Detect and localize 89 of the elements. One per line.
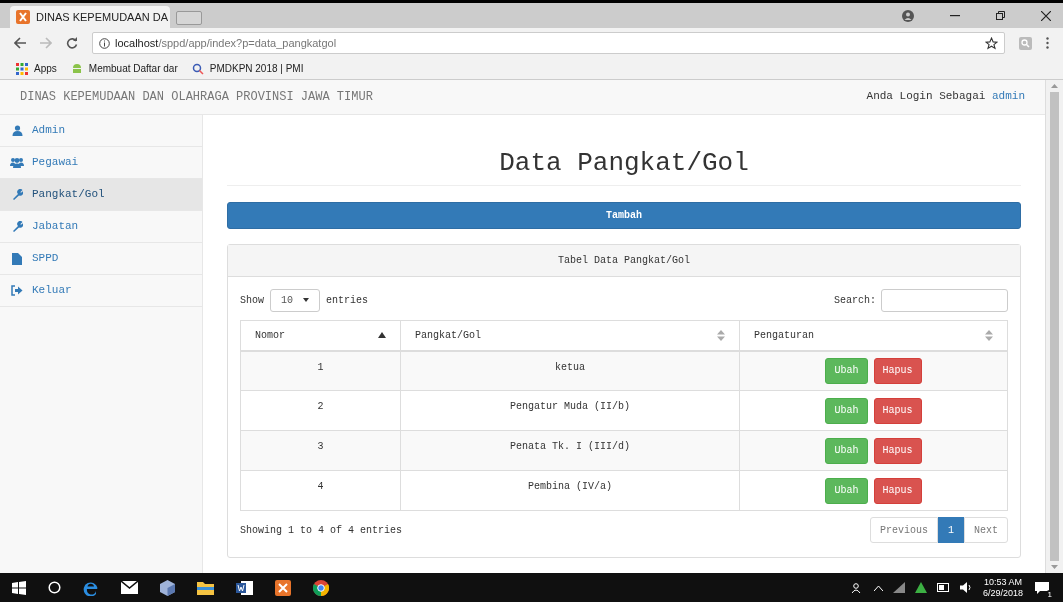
edit-button[interactable]: Ubah <box>825 437 868 464</box>
page-title: Data Pangkat/Gol <box>227 145 1021 186</box>
mail-icon[interactable] <box>121 581 138 594</box>
column-header[interactable]: Pangkat/Gol <box>400 320 740 351</box>
edit-button[interactable]: Ubah <box>825 357 868 384</box>
profile-icon[interactable] <box>902 9 914 22</box>
search-field[interactable] <box>881 288 1008 312</box>
table-cell: 1 <box>240 350 401 391</box>
sidebar-label: Admin <box>32 123 65 139</box>
user-icon <box>11 125 23 136</box>
menu-icon[interactable] <box>1046 37 1049 49</box>
pagination-button[interactable]: Previous <box>869 517 938 543</box>
sort-icon <box>985 329 993 341</box>
file-icon <box>12 252 22 265</box>
table-cell: 3 <box>240 430 401 471</box>
table-cell: ketua <box>400 350 740 391</box>
bookmark-item[interactable]: Apps <box>16 61 57 76</box>
back-icon[interactable] <box>14 37 26 49</box>
dropdown-caret-icon <box>303 298 309 302</box>
notification-icon <box>1035 581 1049 594</box>
column-header[interactable]: Nomor <box>240 320 401 351</box>
bookmark-item[interactable]: Membuat Daftar dar <box>70 61 178 76</box>
edit-button[interactable]: Ubah <box>825 397 868 424</box>
delete-button[interactable]: Hapus <box>873 437 922 464</box>
battery-icon[interactable] <box>936 583 950 592</box>
page-size-select[interactable]: 10 <box>270 288 320 312</box>
browser-e-icon[interactable] <box>83 579 99 596</box>
show-label: Show <box>240 293 264 308</box>
sidebar-label: Jabatan <box>32 219 79 235</box>
table-cell: Pembina (IV/a) <box>400 470 740 511</box>
column-header[interactable]: Pengaturan <box>739 320 1008 351</box>
url-text: localhost/sppd/app/index?p=data_pangkatgol <box>115 35 337 51</box>
table-cell: Penata Tk. I (III/d) <box>400 430 740 471</box>
minimize-icon[interactable] <box>950 14 960 17</box>
apps-grid-icon <box>16 62 28 75</box>
notification-button[interactable]: 1 <box>1033 579 1051 596</box>
table-cell: 4 <box>240 470 401 511</box>
edit-button[interactable]: Ubah <box>825 477 868 504</box>
chevron-up-icon[interactable] <box>873 584 883 591</box>
reload-icon[interactable] <box>66 37 78 49</box>
site-title: DINAS KEPEMUDAAN DAN OLAHRAGA PROVINSI JAWA TIMUR <box>20 89 373 106</box>
delete-button[interactable]: Hapus <box>873 397 922 424</box>
wrench-icon <box>11 221 23 232</box>
sidebar-label: SPPD <box>32 251 59 267</box>
delete-button[interactable]: Hapus <box>873 477 922 504</box>
user-link[interactable]: admin <box>992 90 1025 102</box>
folder-icon[interactable] <box>197 580 214 595</box>
browser-tab[interactable]: DINAS KEPEMUDAAN DA <box>10 6 170 28</box>
clock-date[interactable]: 6/29/2018 <box>982 587 1023 599</box>
windows-start-icon[interactable] <box>12 580 26 595</box>
login-text: Anda Login Sebagai admin <box>866 89 1025 104</box>
bookmark-item[interactable]: PMDKPN 2018 | PMI <box>191 61 304 76</box>
notification-count: 1 <box>1045 589 1054 599</box>
table-cell: 2 <box>240 390 401 431</box>
tab-title: DINAS KEPEMUDAAN DA <box>36 9 169 25</box>
logout-icon <box>11 285 23 296</box>
magnifier-icon <box>191 62 204 75</box>
info-icon[interactable] <box>99 37 110 49</box>
star-icon[interactable] <box>985 36 998 50</box>
panel-title: Tabel Data Pangkat/Gol <box>558 254 690 268</box>
wrench-icon <box>11 189 23 200</box>
app-logo-icon <box>16 10 30 24</box>
delete-button[interactable]: Hapus <box>873 357 922 384</box>
sidebar-label: Pangkat/Gol <box>32 187 105 203</box>
speaker-icon[interactable] <box>959 582 973 593</box>
close-icon[interactable] <box>1041 10 1051 21</box>
cube-icon[interactable] <box>160 579 175 596</box>
search-icon[interactable] <box>48 581 61 594</box>
add-button[interactable]: Tambah <box>227 202 1021 229</box>
clock-time[interactable]: 10:53 AM <box>983 576 1022 588</box>
entries-label: entries <box>326 293 369 308</box>
app-logo-icon[interactable] <box>275 579 291 596</box>
chrome-icon[interactable] <box>313 579 329 596</box>
pagination-button[interactable]: Next <box>964 517 1008 543</box>
sidebar-item[interactable]: Pangkat/Gol <box>0 179 202 211</box>
address-bar[interactable]: localhost/sppd/app/index?p=data_pangkatgol <box>92 32 1005 54</box>
sidebar-label: Keluar <box>32 283 72 299</box>
table-info: Showing 1 to 4 of 4 entries <box>240 523 403 538</box>
table-cell: Pengatur Muda (II/b) <box>400 390 740 431</box>
triangle-icon[interactable] <box>914 582 927 593</box>
search-label: Search: <box>834 293 876 308</box>
scroll-thumb[interactable] <box>1050 92 1059 561</box>
sort-icon <box>717 329 725 341</box>
word-document-icon[interactable] <box>236 579 253 596</box>
users-icon <box>10 157 24 168</box>
pagination-button[interactable]: 1 <box>937 517 964 543</box>
sidebar-label: Pegawai <box>32 155 79 171</box>
sort-ascending-icon <box>378 332 386 339</box>
restore-icon[interactable] <box>996 11 1005 20</box>
